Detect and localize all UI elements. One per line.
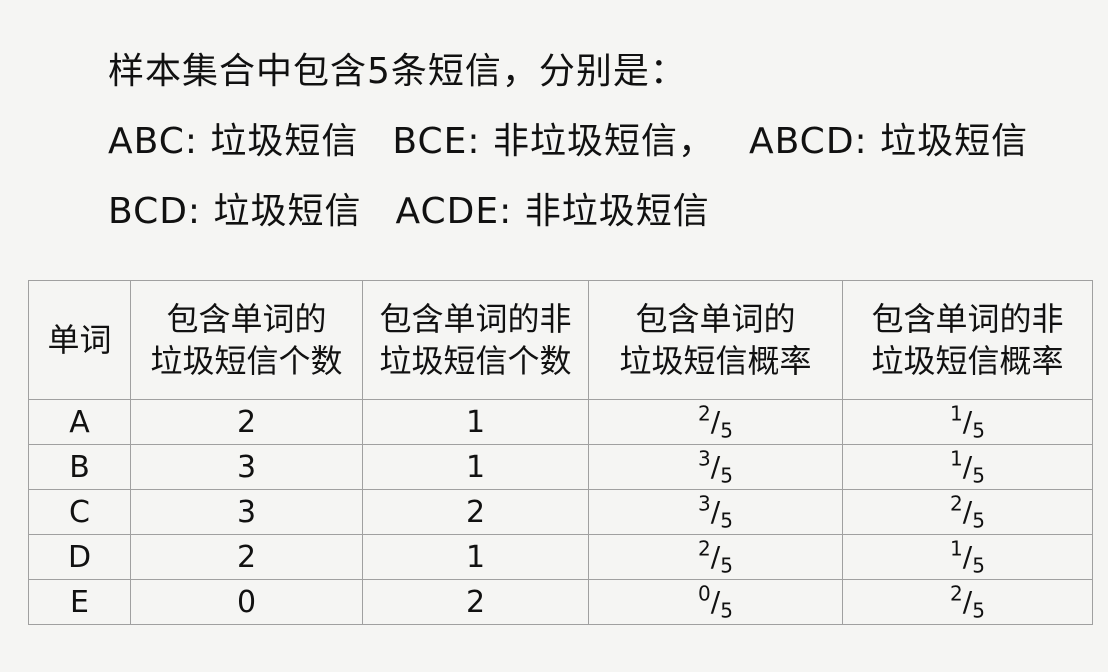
- header-spam-prob: 包含单词的 垃圾短信概率: [588, 280, 843, 400]
- frac-den: 5: [720, 508, 733, 533]
- frac-num: 1: [950, 536, 963, 561]
- intro-text: 样本集合中包含5条短信，分别是：: [108, 51, 687, 92]
- message-label: 垃圾短信: [210, 121, 359, 162]
- cell-ham-count: 2: [362, 489, 589, 535]
- message-item: ABC: 垃圾短信: [108, 121, 359, 162]
- cell-word: B: [28, 444, 131, 490]
- frac-den: 5: [972, 418, 985, 443]
- message-label: 垃圾短信: [880, 121, 1029, 162]
- cell-ham-count: 1: [362, 399, 589, 445]
- cell-spam-count: 2: [130, 534, 363, 580]
- header-ham-prob: 包含单词的非 垃圾短信概率: [842, 280, 1093, 400]
- table-row: A 2 1 2/5 1/5: [28, 399, 1093, 445]
- message-words: BCD: [108, 191, 188, 232]
- cell-ham-count: 1: [362, 444, 589, 490]
- table-row: E 0 2 0/5 2/5: [28, 579, 1093, 625]
- cell-spam-prob: 2/5: [588, 399, 843, 445]
- messages-line-2: BCD: 垃圾短信 ACDE: 非垃圾短信: [108, 182, 710, 234]
- cell-spam-prob: 3/5: [588, 444, 843, 490]
- message-item: BCD: 垃圾短信: [108, 191, 362, 232]
- header-word: 单词: [28, 280, 131, 400]
- message-item: BCE: 非垃圾短信，: [392, 121, 715, 162]
- message-item: ACDE: 非垃圾短信: [395, 191, 710, 232]
- frac-den: 5: [720, 553, 733, 578]
- frac-num: 2: [950, 581, 963, 606]
- cell-spam-prob: 3/5: [588, 489, 843, 535]
- message-label: 垃圾短信: [213, 191, 362, 232]
- cell-spam-count: 3: [130, 489, 363, 535]
- frac-den: 5: [972, 598, 985, 623]
- frac-den: 5: [972, 508, 985, 533]
- cell-spam-count: 3: [130, 444, 363, 490]
- frac-num: 2: [698, 401, 711, 426]
- message-words: BCE: [392, 121, 468, 162]
- frac-num: 0: [698, 581, 711, 606]
- frac-den: 5: [720, 598, 733, 623]
- cell-ham-prob: 1/5: [842, 399, 1093, 445]
- cell-ham-prob: 2/5: [842, 489, 1093, 535]
- cell-word: C: [28, 489, 131, 535]
- cell-ham-prob: 1/5: [842, 444, 1093, 490]
- cell-word: E: [28, 579, 131, 625]
- cell-spam-count: 0: [130, 579, 363, 625]
- table-header-row: 单词 包含单词的 垃圾短信个数 包含单词的非 垃圾短信个数 包含单词的 垃圾短信概率 …: [28, 280, 1093, 400]
- cell-ham-prob: 1/5: [842, 534, 1093, 580]
- cell-spam-count: 2: [130, 399, 363, 445]
- table-row: B 3 1 3/5 1/5: [28, 444, 1093, 490]
- cell-ham-count: 2: [362, 579, 589, 625]
- cell-word: A: [28, 399, 131, 445]
- frac-den: 5: [720, 463, 733, 488]
- frac-num: 3: [698, 491, 711, 516]
- frac-num: 2: [698, 536, 711, 561]
- frac-num: 2: [950, 491, 963, 516]
- message-words: ABC: [108, 121, 185, 162]
- frac-num: 1: [950, 446, 963, 471]
- message-words: ABCD: [748, 121, 855, 162]
- message-label: 非垃圾短信: [524, 191, 710, 232]
- cell-spam-prob: 2/5: [588, 534, 843, 580]
- table-row: D 2 1 2/5 1/5: [28, 534, 1093, 580]
- messages-line-1: ABC: 垃圾短信 BCE: 非垃圾短信， ABCD: 垃圾短信: [108, 112, 1028, 164]
- header-spam-count: 包含单词的 垃圾短信个数: [130, 280, 363, 400]
- cell-word: D: [28, 534, 131, 580]
- table-row: C 3 2 3/5 2/5: [28, 489, 1093, 535]
- cell-ham-prob: 2/5: [842, 579, 1093, 625]
- message-words: ACDE: [395, 191, 500, 232]
- frac-den: 5: [972, 463, 985, 488]
- header-ham-count: 包含单词的非 垃圾短信个数: [362, 280, 589, 400]
- message-label: 非垃圾短信: [492, 121, 678, 162]
- word-stats-table: 单词 包含单词的 垃圾短信个数 包含单词的非 垃圾短信个数 包含单词的 垃圾短信概率 …: [28, 280, 1093, 625]
- frac-den: 5: [720, 418, 733, 443]
- cell-spam-prob: 0/5: [588, 579, 843, 625]
- frac-den: 5: [972, 553, 985, 578]
- message-item: ABCD: 垃圾短信: [748, 121, 1029, 162]
- cell-ham-count: 1: [362, 534, 589, 580]
- frac-num: 3: [698, 446, 711, 471]
- frac-num: 1: [950, 401, 963, 426]
